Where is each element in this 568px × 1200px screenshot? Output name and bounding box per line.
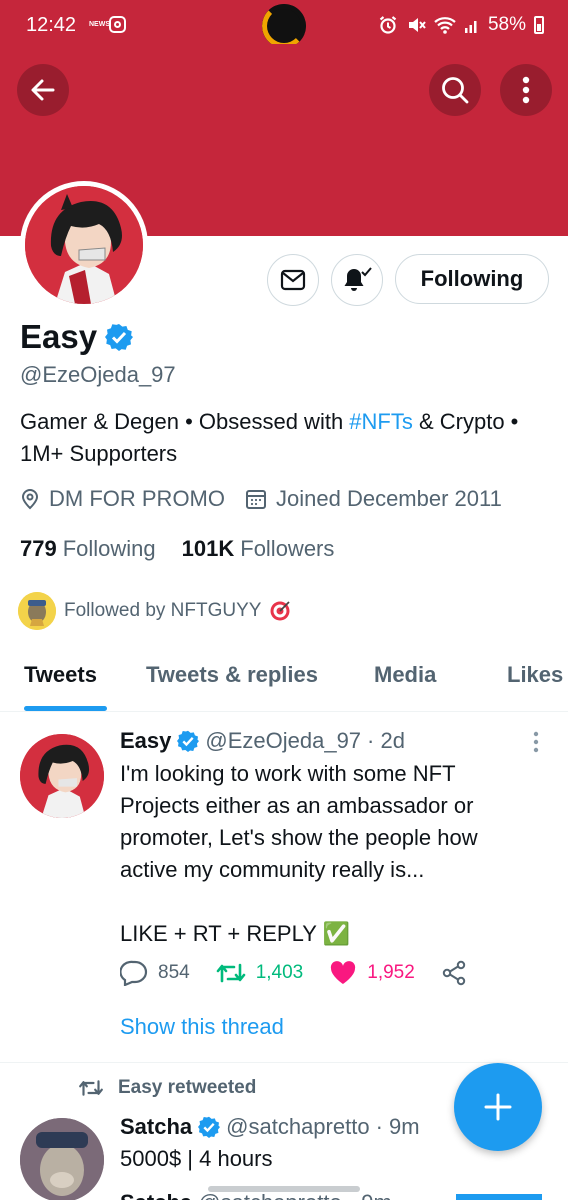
followed-by-text: Followed by NFTGUYY	[64, 600, 262, 621]
verified-badge-icon	[177, 730, 200, 752]
tweet-time: · 2d	[367, 728, 405, 753]
profile-avatar[interactable]	[20, 181, 148, 309]
signal-icon	[464, 21, 477, 33]
arrow-left-icon	[31, 79, 55, 101]
tweet-author-handle: @EzeOjeda_97	[205, 728, 362, 753]
battery-icon	[534, 16, 544, 34]
retweet-button[interactable]: 1,403	[216, 961, 304, 985]
instagram-icon	[109, 16, 126, 33]
location-text: DM FOR PROMO	[49, 486, 225, 511]
tweet-header: Easy @EzeOjeda_97 · 2d	[120, 728, 405, 754]
tab-tweets[interactable]: Tweets	[24, 662, 97, 688]
search-icon	[442, 77, 469, 104]
retweet-icon	[216, 963, 246, 983]
status-time: 12:42	[26, 14, 77, 36]
wifi-icon	[434, 17, 456, 34]
profile-joined: Joined December 2011	[245, 486, 502, 512]
follower-avatar	[18, 592, 56, 630]
followed-by-row[interactable]: Followed by NFTGUYY	[18, 592, 291, 630]
tweet2-author-name[interactable]: Satcha	[120, 1114, 192, 1140]
tweet2-header: Satcha @satchapretto · 9m	[120, 1114, 420, 1140]
follow-counts: 779 Following 101K Followers	[20, 536, 360, 562]
status-bar: 12:42 NEWS 58%	[0, 0, 568, 48]
share-button[interactable]	[441, 960, 467, 986]
tweet-more-button[interactable]	[531, 731, 541, 758]
active-tab-indicator	[24, 706, 107, 711]
retweet-context-text: Easy retweeted	[118, 1077, 257, 1098]
message-button[interactable]	[267, 254, 319, 306]
following-button[interactable]: Following	[395, 254, 549, 304]
heart-icon	[331, 961, 356, 984]
bio-text: Gamer & Degen • Obsessed with	[20, 409, 350, 434]
show-thread-link[interactable]: Show this thread	[120, 1014, 284, 1040]
retweet-context: Easy retweeted	[78, 1077, 256, 1099]
camera-cutout	[262, 4, 306, 48]
profile-handle: @EzeOjeda_97	[20, 362, 176, 387]
profile-name: Easy	[20, 318, 98, 355]
tab-tweets-replies[interactable]: Tweets & replies	[146, 662, 318, 688]
profile-location: DM FOR PROMO	[20, 486, 225, 512]
tab-likes[interactable]: Likes	[507, 662, 563, 688]
following-count-link[interactable]: 779 Following	[20, 536, 156, 562]
tweet2-time: · 9m	[375, 1114, 420, 1139]
verified-badge-icon	[105, 324, 134, 351]
home-indicator[interactable]	[208, 1186, 360, 1192]
like-button[interactable]: 1,952	[329, 960, 415, 986]
joined-text: Joined December 2011	[276, 486, 502, 511]
profile-bio: Gamer & Degen • Obsessed with #NFTs & Cr…	[20, 406, 550, 470]
notifications-button[interactable]	[331, 254, 383, 306]
tweet-author-name[interactable]: Easy	[120, 728, 171, 754]
following-label: Following	[62, 536, 156, 561]
tweet-divider	[0, 1062, 568, 1063]
following-count: 779	[20, 536, 57, 561]
mail-icon	[280, 269, 306, 291]
peek-media	[456, 1194, 542, 1200]
mute-icon	[408, 18, 426, 32]
followers-label: Followers	[240, 536, 335, 561]
back-button[interactable]	[17, 64, 69, 116]
target-emoji-icon	[270, 601, 291, 621]
more-vertical-icon	[522, 76, 530, 104]
reply-button[interactable]: 854	[120, 960, 190, 986]
location-pin-icon	[21, 489, 39, 510]
reply-icon	[120, 960, 148, 986]
profile-name-row: Easy	[20, 318, 134, 356]
search-button[interactable]	[429, 64, 481, 116]
like-count: 1,952	[367, 962, 415, 983]
calendar-icon	[246, 490, 266, 509]
avatar-image	[25, 186, 143, 304]
compose-tweet-button[interactable]	[454, 1063, 542, 1151]
reply-count: 854	[158, 962, 190, 983]
tweet2-avatar[interactable]	[20, 1118, 104, 1200]
retweet-icon	[79, 1080, 103, 1096]
news-icon: NEWS	[89, 21, 110, 28]
share-icon	[442, 960, 465, 986]
battery-percent: 58%	[487, 14, 526, 35]
more-vertical-icon	[533, 731, 539, 753]
tab-media[interactable]: Media	[374, 662, 436, 688]
tweet-text: I'm looking to work with some NFT Projec…	[120, 761, 478, 946]
status-icons: 58%	[378, 14, 544, 36]
alarm-icon	[379, 16, 397, 34]
bell-check-icon	[344, 267, 372, 291]
followers-count: 101K	[181, 536, 235, 561]
tweet2-text: 5000$ | 4 hours	[120, 1146, 273, 1171]
profile-tabs: Tweets Tweets & replies Media Likes	[0, 648, 568, 712]
more-options-button[interactable]	[500, 64, 552, 116]
followers-count-link[interactable]: 101K Followers	[182, 536, 335, 562]
profile-meta: DM FOR PROMO Joined December 2011	[20, 486, 522, 512]
bio-hashtag-link[interactable]: #NFTs	[349, 409, 413, 434]
plus-icon	[484, 1093, 512, 1121]
tweet2-author-handle: @satchapretto	[226, 1114, 370, 1139]
tweet-avatar[interactable]	[20, 734, 104, 818]
tweet-actions: 854 1,403 1,952	[120, 960, 493, 986]
peek-author-name: Satcha	[120, 1190, 192, 1200]
verified-badge-icon	[198, 1116, 221, 1138]
retweet-count: 1,403	[255, 962, 304, 983]
